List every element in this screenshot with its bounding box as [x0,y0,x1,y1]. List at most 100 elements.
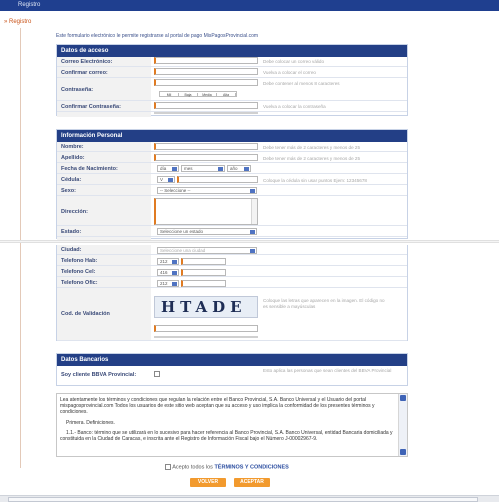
cell-phone-label: Telefono Cel: [61,269,96,275]
accept-terms-text: Acepto todos los [172,464,213,471]
bank-client-hint: Esto aplica las personas que sean client… [263,368,392,373]
state-label: Estado: [61,229,82,235]
name-label: Nombre: [61,144,84,150]
birth-day-value: día [160,166,167,171]
access-panel-title: Datos de acceso [57,45,407,57]
confirm-email-label: Confirmar correo: [61,70,108,76]
captcha-input[interactable] [154,325,258,332]
terms-scrollbar[interactable] [398,394,407,456]
captcha-image: HTADE [154,296,258,318]
chevron-down-icon [172,271,177,275]
intro-text: Este formulario electrónico le permite r… [56,33,259,39]
top-bar: Registro [0,0,499,11]
email-label: Correo Electrónico: [61,59,113,65]
email-input[interactable] [154,57,258,64]
name-input[interactable] [154,143,258,150]
surname-label: Apellido: [61,155,85,161]
surname-hint: Debe tener más de 2 caracteres y menos d… [263,156,361,161]
chevron-down-icon [172,282,177,286]
office-phone-code-select[interactable]: 212 [157,280,179,287]
accept-button[interactable]: ACEPTAR [234,478,270,487]
birth-year-value: año [230,166,238,171]
strength-level-2: Baja [179,93,198,97]
scroll-down-icon[interactable] [400,449,406,455]
id-prefix-select[interactable]: V [157,176,175,183]
password-strength-meter: Mil Baja Media Alta [159,91,237,97]
chevron-down-icon [172,167,177,171]
confirm-password-label: Confirmar Contraseña: [61,104,121,110]
bank-client-checkbox[interactable] [154,371,160,377]
id-input[interactable] [177,176,258,183]
sex-value: -- Seleccione -- [160,188,191,193]
city-label: Ciudad: [61,247,82,253]
confirm-email-input[interactable] [154,68,258,75]
cell-phone-code-select[interactable]: 416 [157,269,179,276]
home-phone-row: Telefono Hab: [57,256,407,266]
terms-intro: Lea atentamente los términos y condicion… [60,397,375,416]
horizontal-scroll-thumb[interactable] [8,497,478,502]
accept-terms-checkbox[interactable] [165,464,171,470]
chevron-down-icon [168,178,173,182]
surname-input[interactable] [154,154,258,161]
bank-client-label: Soy cliente BBVA Provincial: [61,372,137,378]
password-label: Contraseña: [61,87,94,93]
cell-phone-code: 416 [160,270,168,275]
bank-panel-title: Datos Bancarios [57,354,407,366]
home-phone-label: Telefono Hab: [61,258,98,264]
captcha-label: Cod. de Validación [61,311,110,317]
chevron-down-icon [244,167,249,171]
terms-definition: 1.1.- Banco: término que se utilizará en… [60,429,393,443]
top-bar-title: Registro [18,2,41,8]
cell-phone-input[interactable] [181,269,226,276]
strength-level-4: Alta [217,93,236,97]
address-scrollbar[interactable] [251,199,257,224]
chevron-down-icon [218,167,223,171]
sex-select[interactable]: -- Seleccione -- [157,187,257,194]
access-divider [154,112,258,114]
scroll-up-icon[interactable] [400,395,406,401]
state-value: Seleccione un estado [160,229,204,234]
chevron-down-icon [250,189,255,193]
office-phone-input[interactable] [181,280,226,287]
birth-day-select[interactable]: día [157,165,179,172]
city-value: Seleccione una ciudad [160,248,206,253]
home-phone-input[interactable] [181,258,226,265]
sex-label: Sexo: [61,188,76,194]
birth-label: Fecha de Nacimiento: [61,166,118,172]
breadcrumb-label: Registro [9,19,32,25]
address-label: Dirección: [61,209,88,215]
captcha-divider [154,336,258,338]
terms-section-title: Primera. Definiciones. [66,419,115,426]
id-prefix-value: V [160,177,164,182]
chevron-down-icon [172,260,177,264]
chevron-down-icon [250,230,255,234]
city-select[interactable]: Seleccione una ciudad [157,247,257,254]
terms-box[interactable]: Lea atentamente los términos y condicion… [56,393,408,457]
id-label: Cédula: [61,177,82,183]
state-select[interactable]: Seleccione un estado [157,228,257,235]
password-input[interactable] [154,79,258,86]
terms-link[interactable]: TÉRMINOS Y CONDICIONES [214,464,288,470]
confirm-password-input[interactable] [154,102,258,109]
address-textarea[interactable] [154,198,258,225]
office-phone-label: Telefono Ofic: [61,280,98,286]
name-hint: Debe tener más de 2 caracteres y menos d… [263,145,361,150]
section-separator [0,240,499,243]
email-hint: Debe colocar un correo válido [263,59,325,64]
home-phone-code-select[interactable]: 212 [157,258,179,265]
home-phone-code: 212 [160,259,168,264]
accept-terms-row: Acepto todos los TÉRMINOS Y CONDICIONES [165,464,289,470]
birth-month-select[interactable]: mes [181,165,225,172]
birth-year-select[interactable]: año [227,165,251,172]
personal-panel-title: Información Personal [57,130,407,142]
back-button[interactable]: VOLVER [190,478,226,487]
office-phone-row: Telefono Ofic: [57,278,407,288]
strength-level-3: Media [198,93,217,97]
strength-level-1: Mil [160,93,179,97]
confirm-password-hint: Vuelva a colocar la contraseña [263,104,326,109]
breadcrumb[interactable]: » Registro [4,19,31,25]
chevron-down-icon [250,249,255,253]
id-hint: Coloque la cédula sin usar puntos Ejem: … [263,178,367,183]
page-horizontal-scrollbar[interactable] [0,495,499,502]
office-phone-code: 212 [160,281,168,286]
